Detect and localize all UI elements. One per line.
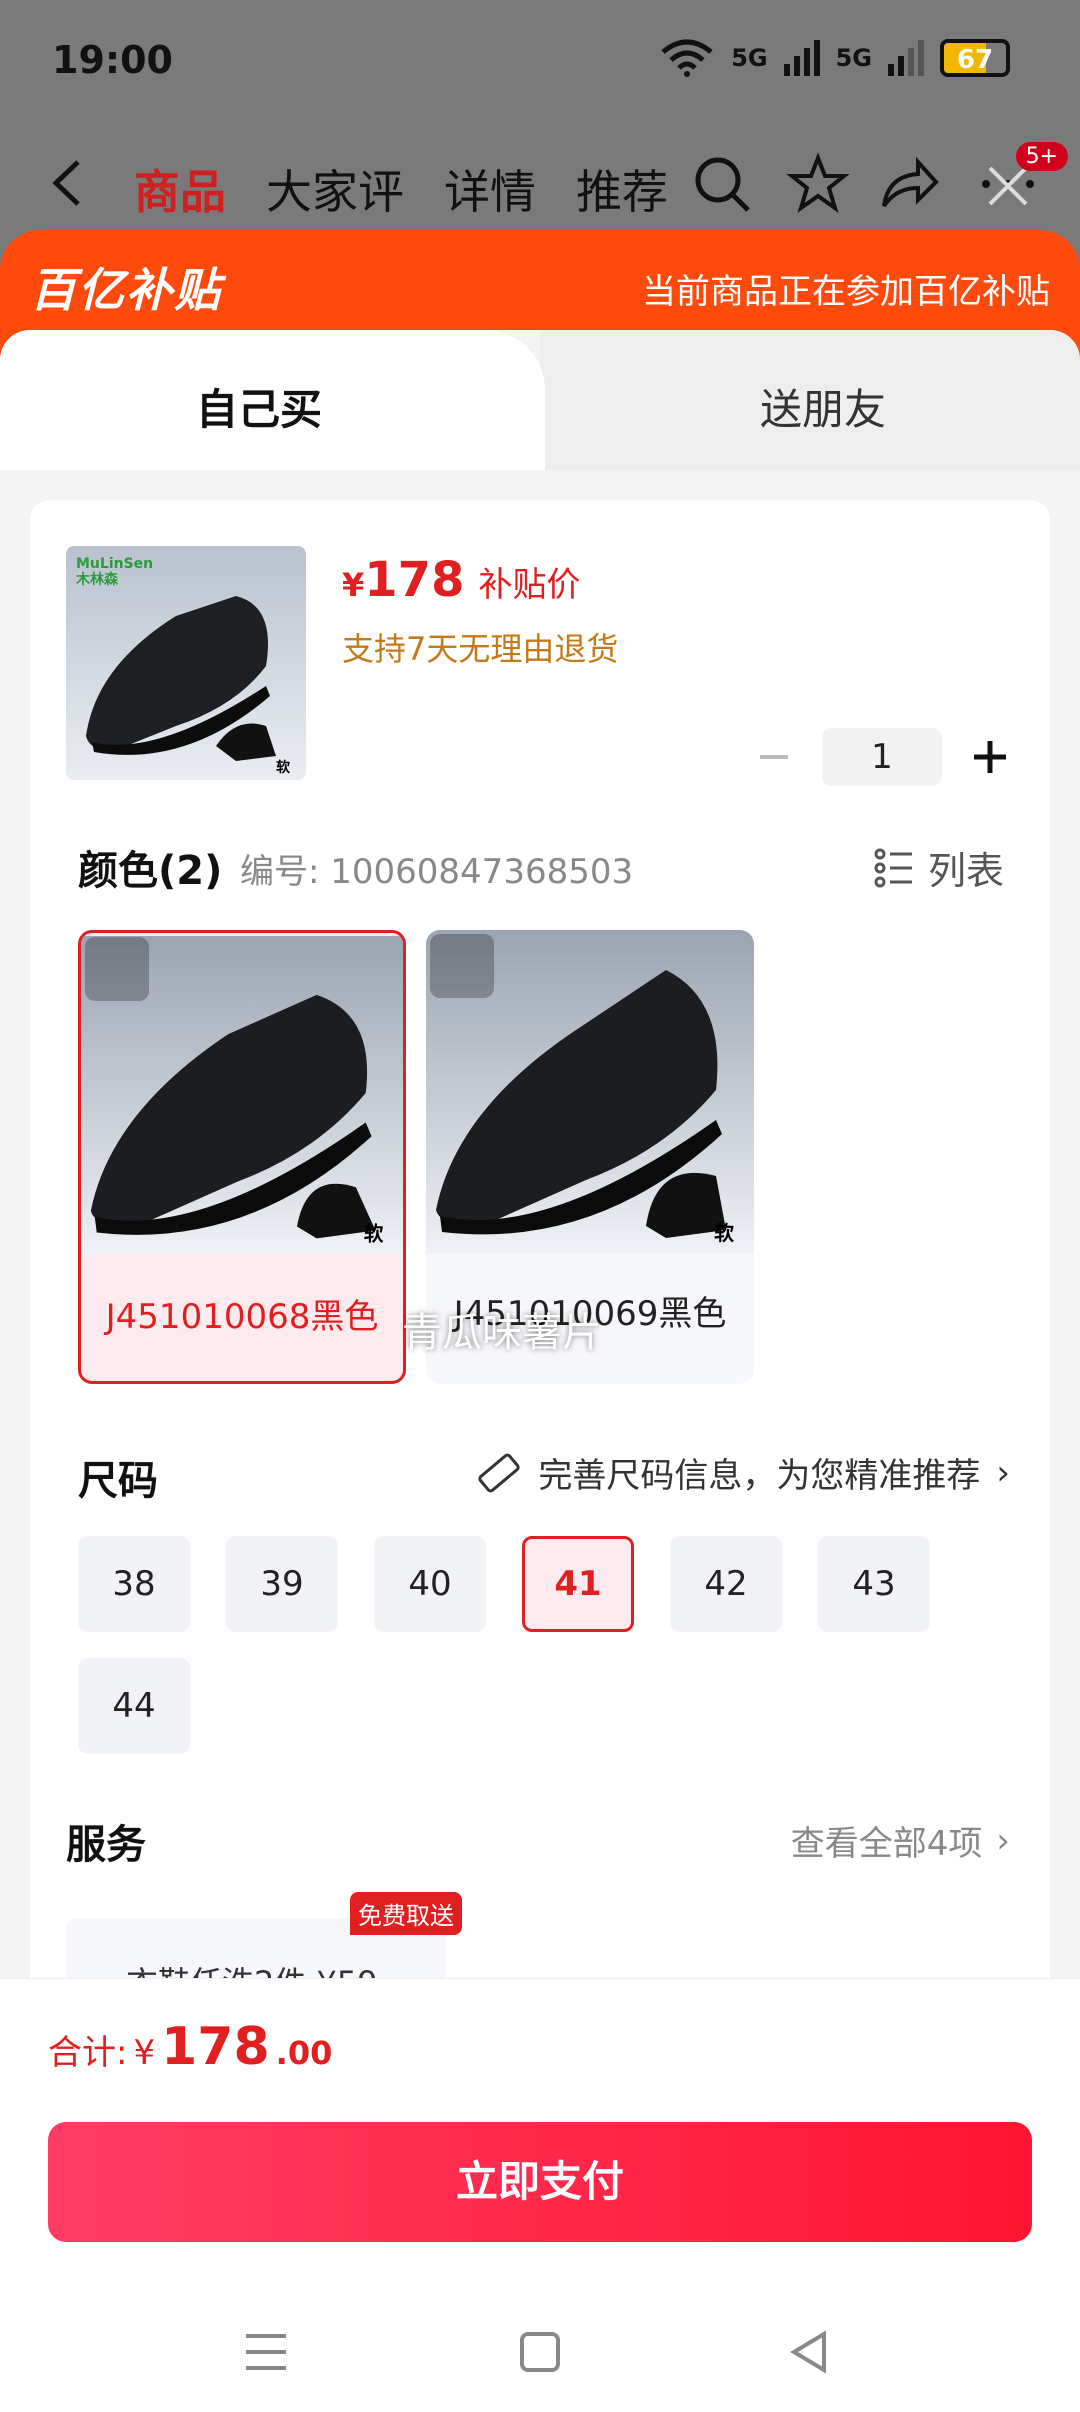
battery-icon: 67 — [940, 39, 1010, 77]
ruler-icon — [478, 1453, 521, 1492]
expand-icon[interactable] — [85, 937, 149, 1001]
menu-icon[interactable] — [236, 2322, 296, 2382]
search-icon[interactable] — [690, 152, 754, 216]
price-label: 补贴价 — [478, 565, 581, 605]
size-option[interactable]: 40 — [374, 1536, 486, 1632]
signal-5g-1: 5G — [731, 44, 768, 72]
signal-bars-icon — [888, 40, 924, 76]
chevron-right-icon: › — [996, 1452, 1010, 1493]
notification-badge: 5+ — [1015, 142, 1068, 171]
list-label: 列表 — [927, 849, 1004, 893]
expand-icon[interactable] — [430, 934, 494, 998]
back-nav-icon[interactable] — [780, 2322, 840, 2382]
status-time: 19:00 — [52, 38, 173, 82]
system-nav-bar — [0, 2288, 1080, 2412]
app-nav: 商品 大家评 详情 推荐 5+ — [0, 120, 1080, 240]
svg-text:MuLinSen: MuLinSen — [76, 556, 153, 572]
purchase-mode-switch: 送朋友 自己买 — [0, 330, 1080, 470]
banner-text: 当前商品正在参加百亿补贴 — [642, 272, 1050, 312]
svg-text:木林森: 木林森 — [75, 571, 119, 588]
plus-icon[interactable] — [970, 737, 1010, 777]
size-option-selected[interactable]: 41 — [522, 1536, 634, 1632]
quantity-value[interactable]: 1 — [822, 728, 942, 786]
product-code: 编号: 10060847368503 — [240, 852, 634, 892]
share-icon[interactable] — [876, 152, 940, 216]
view-all-services[interactable]: 查看全部4项 › — [791, 1816, 1010, 1865]
size-option[interactable]: 43 — [818, 1536, 930, 1632]
back-icon[interactable] — [46, 158, 86, 208]
size-guide-link[interactable]: 完善尺码信息，为您精准推荐 › — [476, 1448, 1010, 1497]
tab-recommend[interactable]: 推荐 — [576, 156, 668, 222]
svg-text:软: 软 — [276, 759, 291, 776]
service-badge: 免费取送 — [350, 1892, 462, 1935]
size-option[interactable]: 39 — [226, 1536, 338, 1632]
color-variant-1[interactable]: 软 J451010068黑色 — [78, 930, 406, 1384]
svg-text:软: 软 — [364, 1222, 384, 1245]
tab-gift[interactable]: 送朋友 — [540, 330, 1080, 470]
product-thumbnail[interactable]: MuLinSen 木林森 软 — [66, 546, 306, 780]
tab-gift-label: 送朋友 — [760, 385, 887, 434]
quantity-stepper: 1 — [754, 728, 1010, 786]
variant-label: J451010068黑色 — [105, 1297, 379, 1337]
list-icon — [874, 848, 912, 887]
color-title: 颜色(2) — [78, 848, 223, 894]
currency-symbol: ¥ — [133, 2033, 156, 2073]
signal-5g-2: 5G — [835, 44, 872, 72]
service-title: 服务 — [66, 1822, 146, 1868]
screen: 19:00 5G 5G 67 商品 大家评 详情 推荐 5+ 百亿补贴 当前商品… — [0, 0, 1080, 2412]
minus-icon[interactable] — [754, 737, 794, 777]
tab-reviews[interactable]: 大家评 — [266, 156, 404, 222]
size-guide-text: 完善尺码信息，为您精准推荐 — [538, 1456, 981, 1496]
signal-bars-icon — [783, 40, 820, 76]
nav-tabs: 商品 大家评 详情 推荐 — [134, 156, 668, 222]
size-option[interactable]: 42 — [670, 1536, 782, 1632]
svg-text:软: 软 — [714, 1221, 734, 1245]
size-option[interactable]: 44 — [78, 1658, 190, 1754]
size-title: 尺码 — [78, 1458, 158, 1504]
home-icon[interactable] — [510, 2322, 570, 2382]
list-view-toggle[interactable]: 列表 — [874, 840, 1004, 895]
price: ¥178 — [342, 552, 465, 608]
pay-now-button[interactable]: 立即支付 — [48, 2122, 1032, 2242]
watermark-text: 青瓜味薯片 — [402, 1310, 602, 1356]
total-int: 178 — [161, 2017, 270, 2077]
tab-product[interactable]: 商品 — [134, 156, 226, 222]
options-card: MuLinSen 木林森 软 ¥178 补贴价 支持7天无理由退货 1 颜色(2… — [30, 500, 1050, 2018]
price-row: ¥178 补贴价 — [342, 552, 580, 608]
wifi-icon — [661, 39, 713, 77]
total-decimal: .00 — [275, 2034, 333, 2072]
return-policy: 支持7天无理由退货 — [342, 630, 619, 668]
total-label: 合计: — [48, 2033, 128, 2073]
pay-area: 立即支付 — [0, 2108, 1080, 2288]
tab-self-label: 自己买 — [196, 385, 323, 434]
view-all-label: 查看全部4项 — [790, 1824, 983, 1864]
status-bar: 19:00 5G 5G 67 — [0, 0, 1080, 120]
chevron-right-icon: › — [996, 1820, 1010, 1861]
battery-level: 67 — [956, 45, 994, 75]
size-option[interactable]: 38 — [78, 1536, 190, 1632]
tab-details[interactable]: 详情 — [444, 156, 536, 222]
tab-self[interactable]: 自己买 — [0, 330, 545, 470]
status-icons: 5G 5G 67 — [659, 38, 1010, 78]
banner-logo: 百亿补贴 — [30, 263, 222, 317]
star-icon[interactable] — [786, 152, 850, 216]
total-price: 合计: ¥ 178.00 — [48, 2017, 332, 2077]
total-bar: 合计: ¥ 178.00 — [0, 1978, 1080, 2108]
shoe-image: MuLinSen 木林森 软 — [66, 546, 306, 780]
